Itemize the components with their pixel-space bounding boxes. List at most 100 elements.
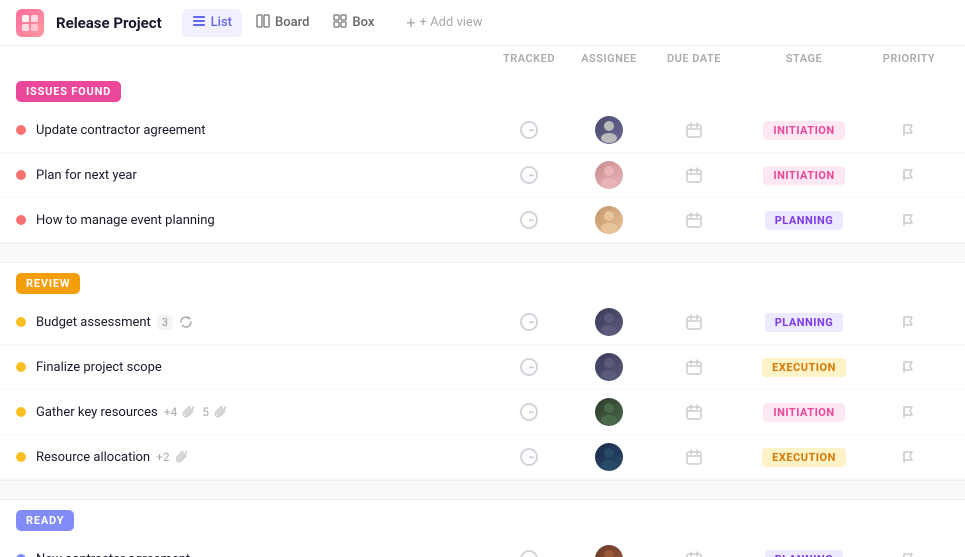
priority-cell (869, 315, 949, 329)
section-ready-header: READY (0, 500, 965, 537)
section-ready: READY New contractor agreement (0, 500, 965, 557)
paperclip-icon-3 (176, 451, 189, 464)
flag-icon (902, 450, 916, 464)
task-row[interactable]: Finalize project scope EXECUTION (0, 345, 965, 390)
task-row[interactable]: New contractor agreement PLANNING (0, 537, 965, 557)
section-divider-2 (0, 480, 965, 500)
task-row[interactable]: Update contractor agreement INITIATI (0, 108, 965, 153)
nav-tabs: List Board Box (182, 9, 385, 37)
stage-cell: PLANNING (739, 211, 869, 230)
calendar-icon (686, 404, 702, 420)
task-name: Finalize project scope (36, 360, 489, 375)
main-content: TRACKED ASSIGNEE DUE DATE STAGE PRIORITY… (0, 46, 965, 557)
avatar (595, 206, 623, 234)
task-name: Gather key resources +4 5 (36, 405, 489, 420)
flag-icon (902, 123, 916, 137)
avatar (595, 545, 623, 557)
tracked-cell (489, 550, 569, 557)
clock-icon (520, 313, 538, 331)
paperclip-icon-2 (215, 406, 228, 419)
tracked-cell (489, 403, 569, 421)
column-headers: TRACKED ASSIGNEE DUE DATE STAGE PRIORITY (0, 46, 965, 71)
task-dot (16, 407, 26, 417)
priority-cell (869, 405, 949, 419)
section-issues-label: ISSUES FOUND (16, 81, 121, 102)
project-title: Release Project (56, 14, 162, 32)
col-assignee-header: ASSIGNEE (569, 52, 649, 65)
duedate-cell (649, 122, 739, 138)
clock-icon (520, 358, 538, 376)
tab-board-label: Board (275, 15, 309, 30)
stage-cell: PLANNING (739, 550, 869, 557)
tab-list-label: List (211, 15, 232, 30)
app-header: Release Project List Board (0, 0, 965, 46)
assignee-cell (569, 353, 649, 381)
tracked-cell (489, 313, 569, 331)
stage-badge: INITIATION (763, 166, 844, 185)
clock-icon (520, 121, 538, 139)
task-dot (16, 170, 26, 180)
flag-icon (902, 213, 916, 227)
stage-badge: INITIATION (763, 121, 844, 140)
section-divider (0, 243, 965, 263)
clock-icon (520, 448, 538, 466)
add-view-button[interactable]: + + Add view (396, 8, 492, 37)
tracked-cell (489, 121, 569, 139)
task-row[interactable]: Plan for next year INITIATION (0, 153, 965, 198)
avatar (595, 398, 623, 426)
task-row[interactable]: Budget assessment 3 (0, 300, 965, 345)
task-dot (16, 452, 26, 462)
section-review-label: REVIEW (16, 273, 80, 294)
task-dot (16, 362, 26, 372)
avatar (595, 161, 623, 189)
stage-cell: INITIATION (739, 403, 869, 422)
tab-list[interactable]: List (182, 9, 242, 37)
avatar (595, 116, 623, 144)
calendar-icon (686, 167, 702, 183)
flag-icon (902, 315, 916, 329)
task-name: Update contractor agreement (36, 123, 489, 138)
app-logo (16, 9, 44, 37)
board-icon (256, 14, 270, 32)
task-row[interactable]: How to manage event planning PLANNIN (0, 198, 965, 243)
task-name: Budget assessment 3 (36, 315, 489, 330)
tab-board[interactable]: Board (246, 9, 319, 37)
tab-box[interactable]: Box (323, 9, 384, 37)
task-name: How to manage event planning (36, 213, 489, 228)
duedate-cell (649, 212, 739, 228)
clock-icon (520, 166, 538, 184)
priority-cell (869, 450, 949, 464)
assignee-cell (569, 206, 649, 234)
duedate-cell (649, 359, 739, 375)
avatar (595, 353, 623, 381)
task-name: Resource allocation +2 (36, 450, 489, 465)
refresh-icon (179, 315, 193, 329)
col-tracked-header: TRACKED (489, 52, 569, 65)
task-dot (16, 215, 26, 225)
stage-badge: PLANNING (765, 211, 844, 230)
priority-cell (869, 123, 949, 137)
calendar-icon (686, 314, 702, 330)
plus-icon: + (406, 13, 415, 32)
task-row[interactable]: Resource allocation +2 (0, 435, 965, 480)
flag-icon (902, 168, 916, 182)
tab-box-label: Box (352, 15, 374, 30)
tracked-cell (489, 211, 569, 229)
assignee-cell (569, 161, 649, 189)
calendar-icon (686, 551, 702, 557)
calendar-icon (686, 449, 702, 465)
assignee-cell (569, 545, 649, 557)
stage-badge: INITIATION (763, 403, 844, 422)
task-count-badge: 3 (157, 315, 173, 330)
calendar-icon (686, 212, 702, 228)
stage-cell: EXECUTION (739, 448, 869, 467)
task-row[interactable]: Gather key resources +4 5 (0, 390, 965, 435)
calendar-icon (686, 359, 702, 375)
avatar (595, 443, 623, 471)
duedate-cell (649, 404, 739, 420)
list-icon (192, 14, 206, 32)
assignee-cell (569, 398, 649, 426)
stage-badge: PLANNING (765, 550, 844, 557)
duedate-cell (649, 314, 739, 330)
assignee-cell (569, 443, 649, 471)
